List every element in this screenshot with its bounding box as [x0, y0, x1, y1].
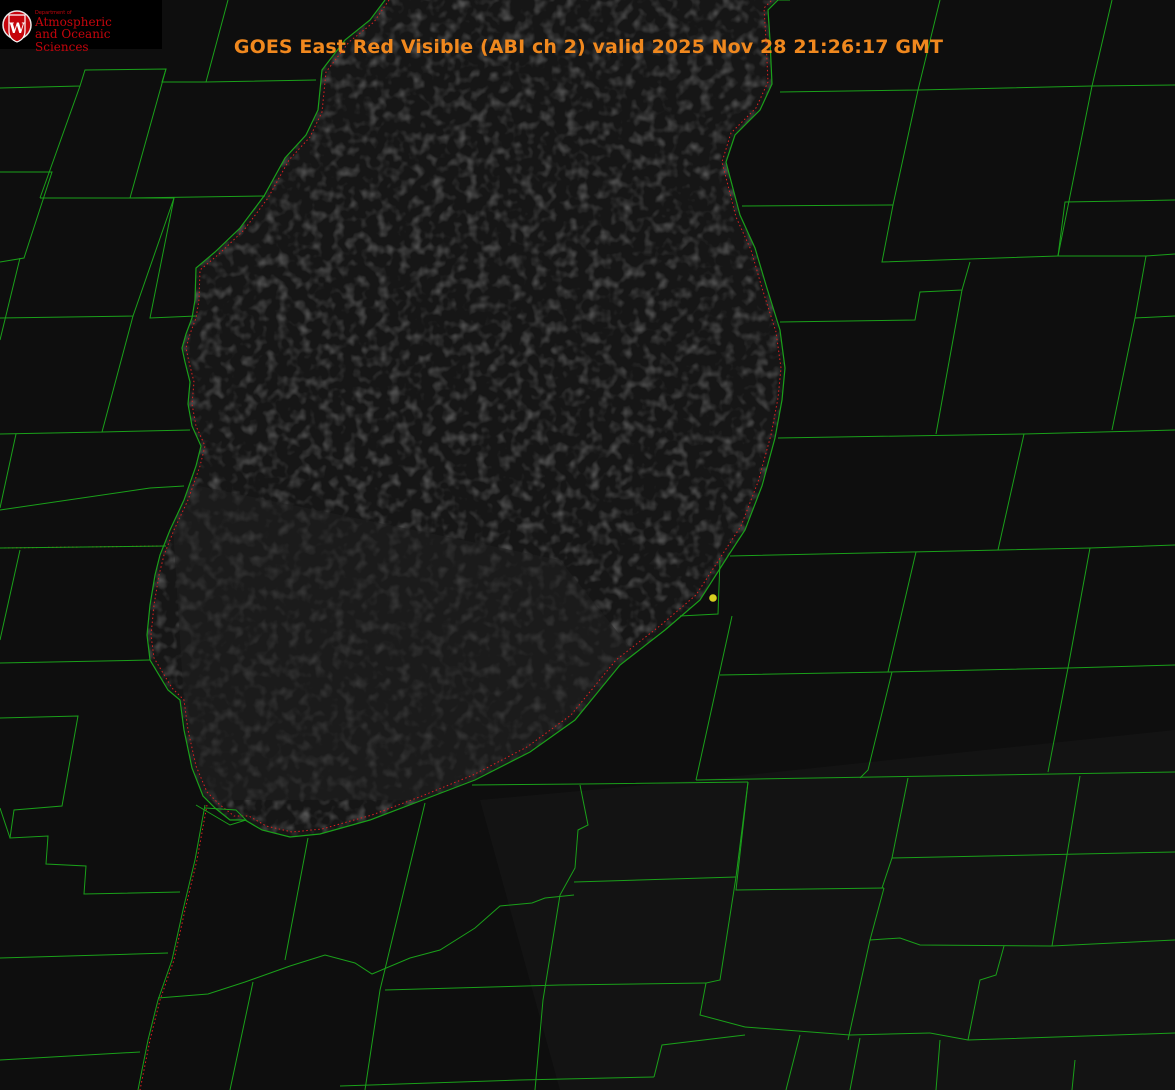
- image-title: GOES East Red Visible (ABI ch 2) valid 2…: [0, 36, 1175, 58]
- title-product: GOES East Red Visible (ABI ch 2): [233, 36, 586, 58]
- satellite-map: [0, 0, 1175, 1090]
- satellite-image-viewer: W Department of Atmospheric and Oceanic …: [0, 0, 1175, 1090]
- title-valid-time: 2025 Nov 28 21:26:17 GMT: [651, 36, 944, 58]
- station-marker: [709, 594, 717, 602]
- title-valid-label: valid: [592, 36, 645, 58]
- svg-text:W: W: [8, 21, 25, 37]
